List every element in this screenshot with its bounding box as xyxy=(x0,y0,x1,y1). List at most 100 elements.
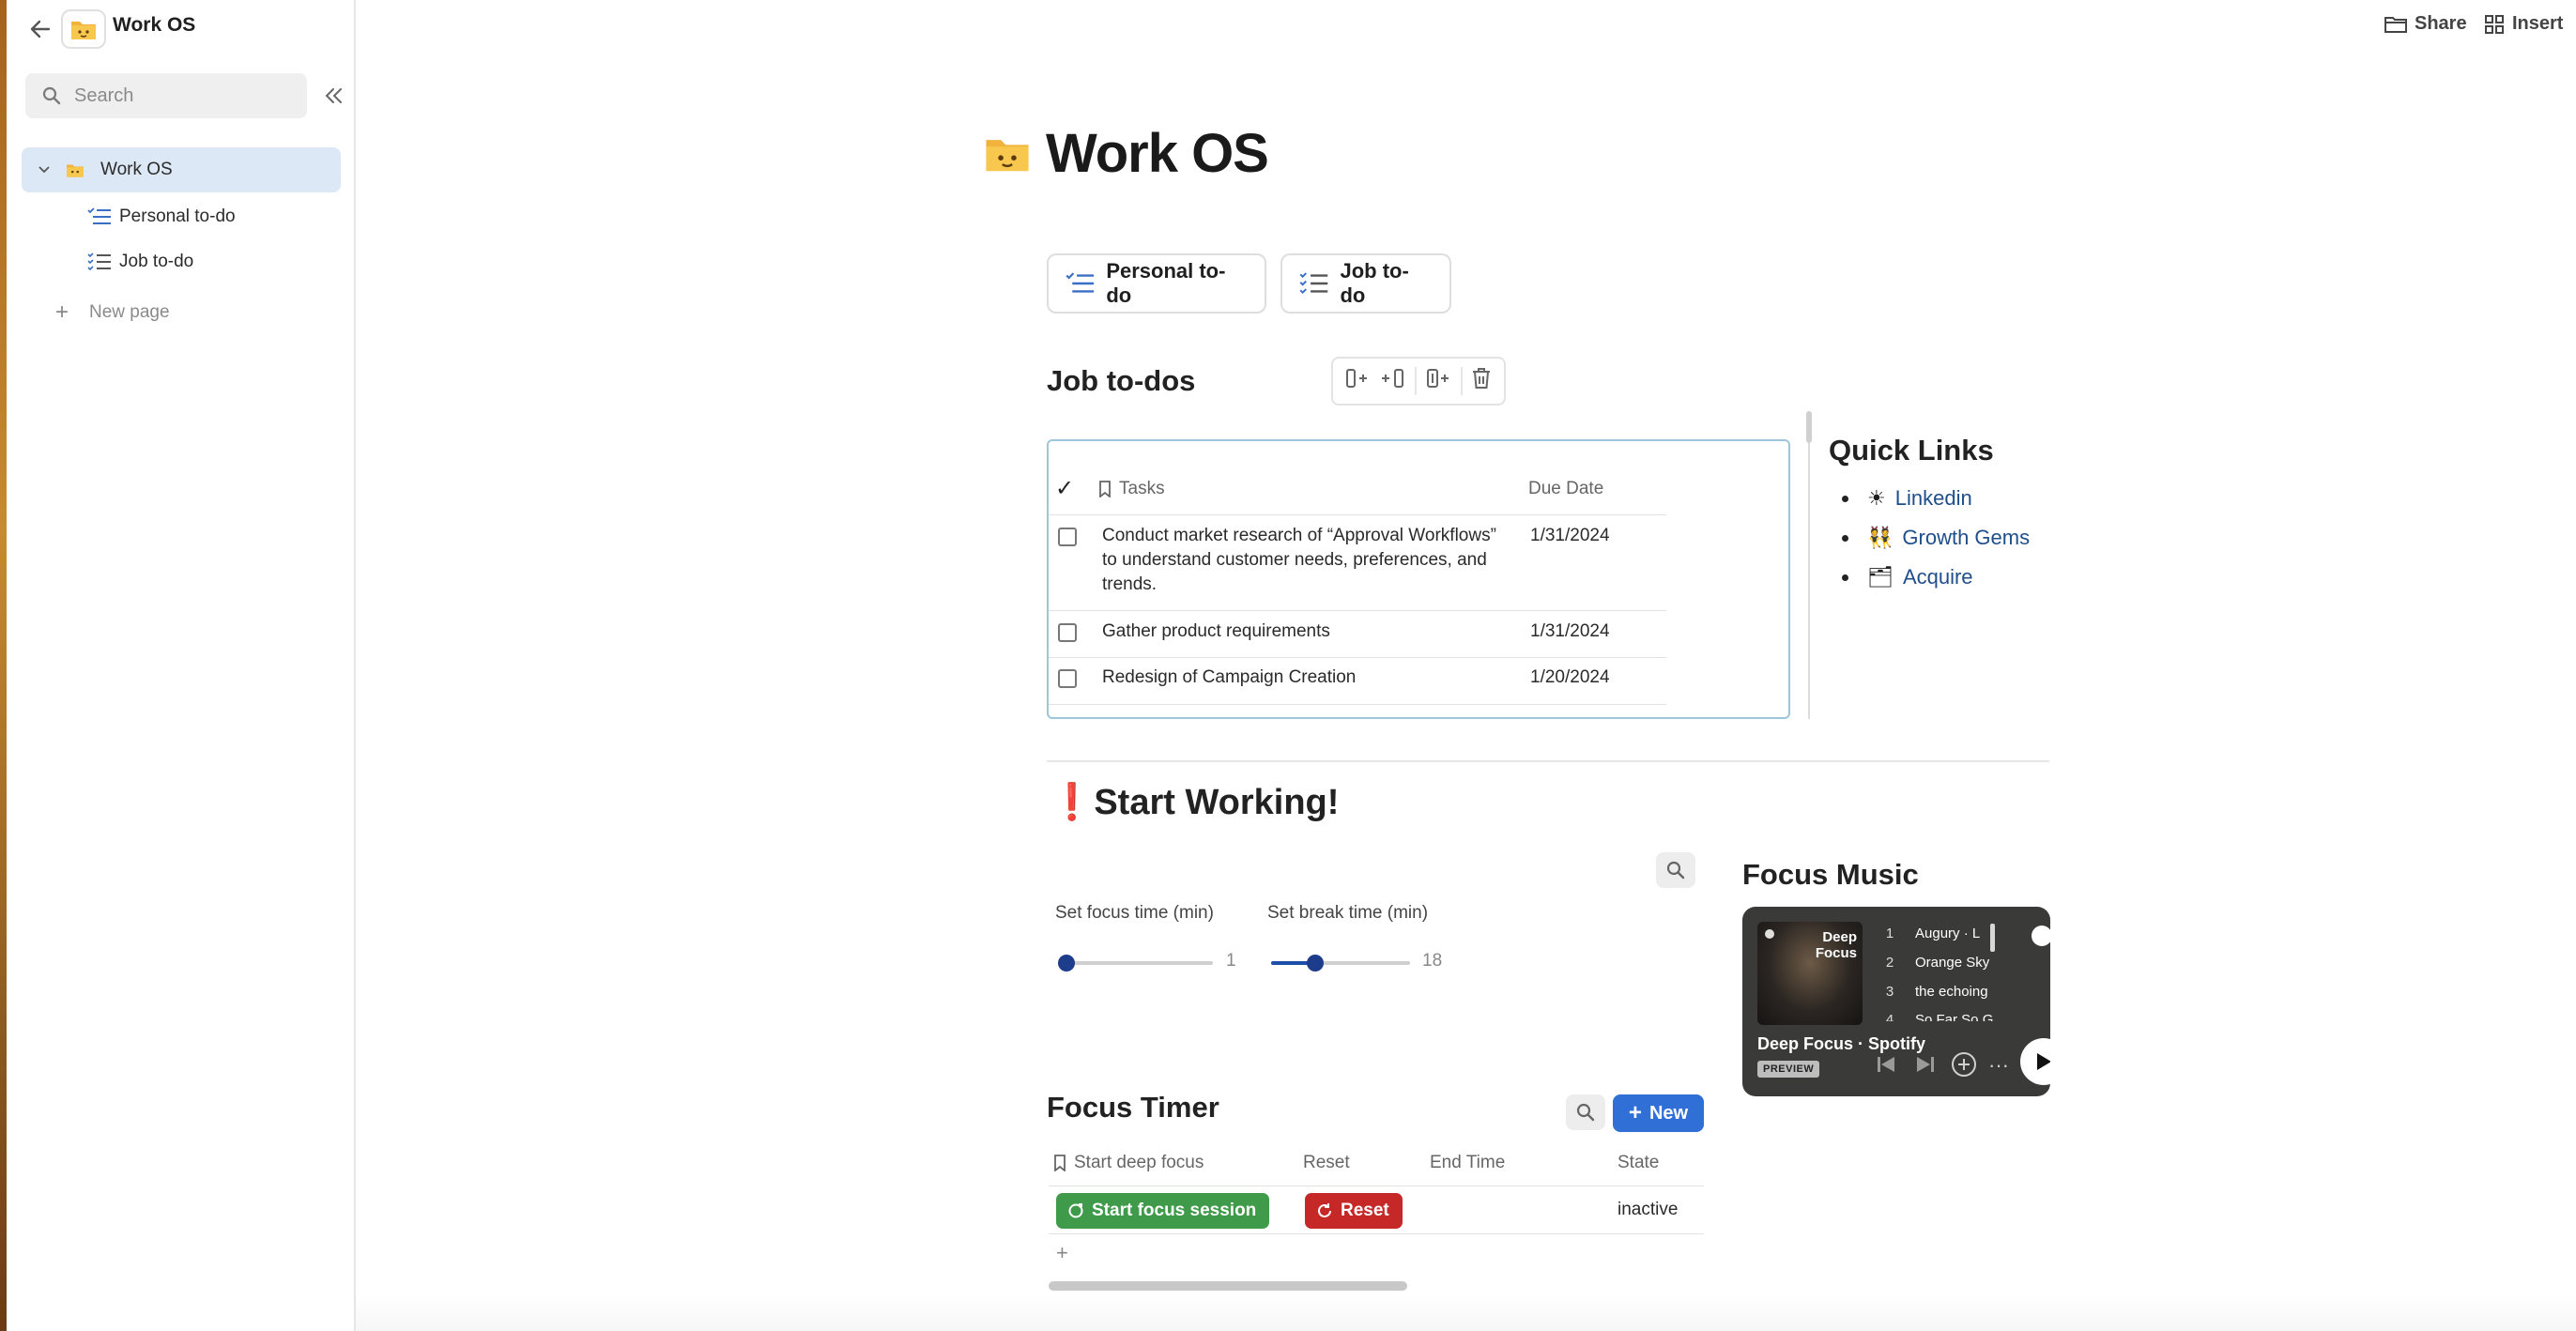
due-date-cell[interactable]: 1/31/2024 xyxy=(1530,524,1610,548)
table-row-divider xyxy=(1049,514,1666,515)
insert-button[interactable]: Insert xyxy=(2484,13,2563,35)
task-checkbox[interactable] xyxy=(1058,623,1077,642)
task-checkbox[interactable] xyxy=(1058,669,1077,688)
insert-column-left-icon[interactable] xyxy=(1345,368,1372,394)
more-icon[interactable]: ··· xyxy=(1988,1053,2009,1078)
track-title: the echoing xyxy=(1915,984,1988,1000)
link-card-label: Personal to-do xyxy=(1106,259,1226,307)
play-icon[interactable] xyxy=(2020,1038,2050,1085)
track-number: 3 xyxy=(1885,984,1894,1000)
column-divider[interactable] xyxy=(1808,413,1810,719)
search-icon xyxy=(1576,1103,1595,1122)
sidebar-item-personal-todo[interactable]: Personal to-do xyxy=(87,203,236,231)
task-cell[interactable]: Conduct market research of “Approval Wor… xyxy=(1102,524,1515,597)
sidebar-item-label: Personal to-do xyxy=(119,207,236,226)
insert-column-right-icon[interactable] xyxy=(1380,368,1406,394)
share-folder-icon xyxy=(2384,16,2407,33)
menu-icon[interactable] xyxy=(2032,926,2050,946)
due-date-column-header[interactable]: Due Date xyxy=(1528,479,1603,499)
due-date-cell[interactable]: 1/20/2024 xyxy=(1530,666,1610,690)
state-cell[interactable]: inactive xyxy=(1618,1200,1678,1220)
table-row-divider xyxy=(1049,610,1666,611)
album-cover[interactable]: Deep Focus xyxy=(1757,922,1863,1025)
search-input[interactable]: Search xyxy=(25,73,307,118)
trash-icon[interactable] xyxy=(1471,367,1492,395)
task-cell[interactable]: Redesign of Campaign Creation xyxy=(1102,666,1356,690)
back-arrow-icon[interactable] xyxy=(23,13,57,45)
check-column-header[interactable]: ✓ xyxy=(1055,475,1074,502)
bullet xyxy=(1842,495,1848,502)
link-card-job-todo[interactable]: Job to-do xyxy=(1280,253,1451,314)
start-column-header[interactable]: Start deep focus xyxy=(1053,1153,1204,1173)
tracklist-scrollbar[interactable] xyxy=(1990,924,1995,952)
share-button[interactable]: Share xyxy=(2384,13,2467,35)
sidebar-item-work-os[interactable]: Work OS xyxy=(22,147,341,192)
chevron-down-icon[interactable] xyxy=(38,161,57,178)
quick-links-heading[interactable]: Quick Links xyxy=(1829,434,1994,467)
next-icon[interactable] xyxy=(1915,1055,1936,1079)
due-date-cell[interactable]: 1/31/2024 xyxy=(1530,620,1610,644)
page-bottom xyxy=(356,1295,2576,1331)
track-item[interactable]: 3 the echoing xyxy=(1885,984,1988,1000)
tasks-column-header[interactable]: Tasks xyxy=(1098,479,1165,499)
sidebar-item-job-todo[interactable]: Job to-do xyxy=(87,248,193,276)
section-divider xyxy=(1047,760,2049,762)
track-number: 1 xyxy=(1885,926,1894,941)
new-page-label: New page xyxy=(89,302,170,322)
collapse-sidebar-icon[interactable] xyxy=(319,81,349,111)
task-checkbox[interactable] xyxy=(1058,528,1077,546)
column-resize-handle[interactable] xyxy=(1806,411,1812,443)
quick-link-growth-gems[interactable]: 👯 Growth Gems xyxy=(1842,526,2030,550)
quick-link-linkedin[interactable]: ☀ Linkedin xyxy=(1842,486,1972,511)
reset-column-header[interactable]: Reset xyxy=(1303,1153,1350,1173)
break-time-slider[interactable] xyxy=(1271,961,1410,965)
track-number: 4 xyxy=(1885,1012,1894,1021)
duplicate-column-icon[interactable] xyxy=(1426,368,1452,394)
folder-emoji-icon[interactable] xyxy=(61,9,106,49)
track-number: 2 xyxy=(1885,955,1894,971)
focus-timer-heading[interactable]: Focus Timer xyxy=(1047,1091,1219,1124)
doc-title[interactable]: Work OS xyxy=(113,14,195,37)
add-row-button[interactable]: + xyxy=(1056,1241,1068,1265)
bullet xyxy=(1842,534,1848,542)
cover-title: Deep Focus xyxy=(1815,929,1857,961)
start-working-text: Start Working! xyxy=(1094,783,1340,822)
page-folder-emoji-icon[interactable] xyxy=(983,131,1032,180)
job-todos-heading[interactable]: Job to-dos xyxy=(1047,364,1195,398)
checklist-icon xyxy=(87,207,115,227)
search-icon xyxy=(1666,861,1685,880)
start-working-heading[interactable]: ❗Start Working! xyxy=(1050,782,1339,823)
track-item[interactable]: 4 So Far So G xyxy=(1885,1012,1994,1021)
spotify-embed[interactable]: Deep Focus 1 Augury · L 2 Orange Sky 3 the … xyxy=(1742,907,2050,1096)
new-page-button[interactable]: + New page xyxy=(55,298,170,327)
playlist-footer[interactable]: Deep Focus · Spotify xyxy=(1757,1034,1925,1054)
search-button[interactable] xyxy=(1566,1094,1605,1130)
page-title[interactable]: Work OS xyxy=(1046,122,1269,185)
link-card-personal-todo[interactable]: Personal to-do xyxy=(1047,253,1266,314)
focus-time-slider[interactable] xyxy=(1059,961,1213,965)
end-time-column-header[interactable]: End Time xyxy=(1430,1153,1505,1173)
preview-badge: PREVIEW xyxy=(1757,1061,1820,1078)
previous-icon[interactable] xyxy=(1876,1055,1896,1079)
state-column-header[interactable]: State xyxy=(1618,1153,1659,1173)
track-item[interactable]: 1 Augury · L xyxy=(1885,926,1980,941)
quick-link-acquire[interactable]: 🗂 Acquire xyxy=(1842,565,1973,589)
start-header-label: Start deep focus xyxy=(1074,1153,1204,1172)
search-button[interactable] xyxy=(1656,852,1695,888)
task-cell[interactable]: Gather product requirements xyxy=(1102,620,1330,644)
reset-button[interactable]: Reset xyxy=(1305,1193,1403,1229)
focus-time-value: 1 xyxy=(1226,951,1236,971)
focus-music-heading[interactable]: Focus Music xyxy=(1742,858,1919,892)
reset-icon xyxy=(1318,1203,1331,1217)
start-focus-session-button[interactable]: Start focus session xyxy=(1056,1193,1270,1229)
horizontal-scrollbar[interactable] xyxy=(1049,1281,1407,1291)
new-row-button[interactable]: + New xyxy=(1613,1094,1704,1132)
checklist-icon xyxy=(1066,272,1095,293)
track-item[interactable]: 2 Orange Sky xyxy=(1885,955,1989,971)
tasks-header-label: Tasks xyxy=(1119,479,1165,498)
sidebar: Work OS Search Work OS Personal to-do Jo… xyxy=(7,0,356,1331)
focus-slider-knob[interactable] xyxy=(1058,955,1075,971)
break-slider-knob[interactable] xyxy=(1307,955,1324,971)
quick-link-label: Growth Gems xyxy=(1902,526,2031,549)
add-circle-icon[interactable] xyxy=(1951,1051,1977,1083)
